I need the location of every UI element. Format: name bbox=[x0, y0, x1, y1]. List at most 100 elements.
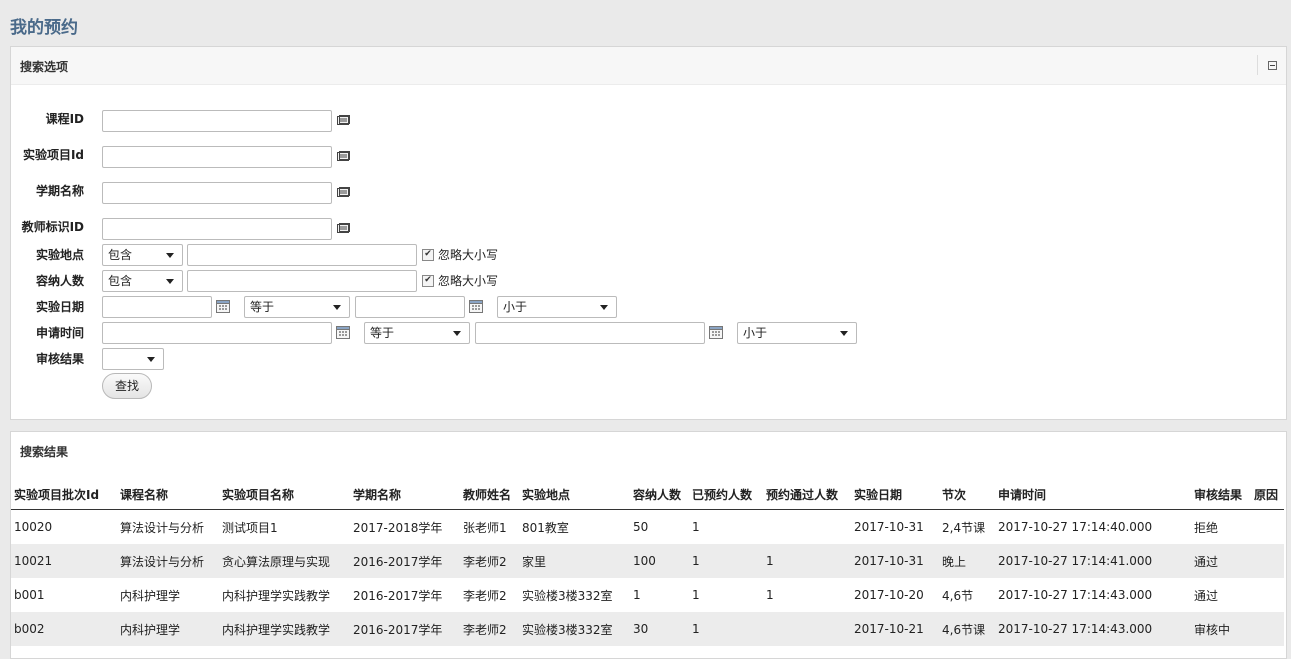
capacity-label: 容纳人数 bbox=[35, 274, 84, 288]
location-ignore-case-checkbox[interactable]: ✔ bbox=[422, 249, 434, 261]
calendar-icon[interactable] bbox=[709, 325, 723, 339]
row-capacity: 容纳人数 包含 ✔ 忽略大小写 bbox=[11, 270, 1286, 294]
location-label: 实验地点 bbox=[35, 248, 84, 262]
column-header[interactable]: 已预约人数 bbox=[689, 480, 763, 510]
location-operator-select[interactable]: 包含 bbox=[102, 244, 183, 266]
table-cell: 算法设计与分析 bbox=[117, 544, 219, 578]
table-cell: 李老师2 bbox=[460, 544, 519, 578]
table-cell: 2017-10-31 bbox=[851, 544, 939, 578]
exp-date-label: 实验日期 bbox=[35, 300, 84, 314]
table-cell: 10021 bbox=[11, 544, 117, 578]
table-cell: 2017-10-27 17:14:43.000 bbox=[998, 588, 1153, 602]
teacher-id-input[interactable] bbox=[102, 218, 332, 240]
table-cell: 实验楼3楼332室 bbox=[519, 612, 630, 646]
table-cell: 1 bbox=[633, 588, 641, 602]
table-cell: 1 bbox=[689, 612, 763, 646]
table-cell: 内科护理学实践教学 bbox=[222, 588, 331, 603]
capacity-input[interactable] bbox=[187, 270, 417, 292]
calendar-icon[interactable] bbox=[336, 325, 350, 339]
calendar-icon[interactable] bbox=[469, 299, 483, 313]
table-cell: 李老师2 bbox=[460, 612, 519, 646]
lookup-book-icon[interactable] bbox=[337, 115, 350, 126]
column-header[interactable]: 学期名称 bbox=[350, 480, 460, 510]
column-header[interactable]: 审核结果 bbox=[1191, 480, 1251, 510]
table-cell bbox=[1251, 510, 1284, 545]
table-cell: 2016-2017学年 bbox=[350, 544, 460, 578]
teacher-id-label: 教师标识ID bbox=[21, 220, 84, 234]
table-cell: 李老师2 bbox=[463, 588, 507, 603]
column-header[interactable]: 原因 bbox=[1251, 480, 1284, 510]
table-cell: 1 bbox=[766, 588, 774, 602]
row-audit-result: 审核结果 bbox=[11, 348, 1286, 372]
audit-result-label: 审核结果 bbox=[35, 352, 84, 366]
project-id-input[interactable] bbox=[102, 146, 332, 168]
column-header[interactable]: 实验地点 bbox=[519, 480, 630, 510]
semester-label: 学期名称 bbox=[35, 184, 84, 198]
exp-date-op1-value: 等于 bbox=[250, 300, 275, 314]
table-cell: 测试项目1 bbox=[222, 520, 278, 535]
search-button[interactable]: 查找 bbox=[102, 373, 152, 399]
semester-input[interactable] bbox=[102, 182, 332, 204]
table-cell: 2017-10-27 17:14:41.000 bbox=[995, 544, 1191, 578]
location-input[interactable] bbox=[187, 244, 417, 266]
project-id-label: 实验项目Id bbox=[22, 148, 84, 162]
table-cell: 1 bbox=[692, 520, 700, 534]
row-teacher-id: 教师标识ID bbox=[11, 216, 1286, 240]
lookup-book-icon[interactable] bbox=[337, 187, 350, 198]
table-cell: 2017-2018学年 bbox=[353, 520, 443, 535]
table-row[interactable]: 10021 算法设计与分析 贪心算法原理与实现 2016-2017学年 李老师2 家里 10… bbox=[11, 544, 1284, 578]
table-cell: 算法设计与分析 bbox=[120, 520, 205, 535]
course-id-input[interactable] bbox=[102, 110, 332, 132]
table-cell: 2017-10-31 bbox=[854, 520, 924, 534]
table-cell: b002 bbox=[11, 612, 117, 646]
column-header[interactable]: 实验项目批次Id bbox=[11, 480, 117, 510]
lookup-book-icon[interactable] bbox=[337, 223, 350, 234]
column-header[interactable]: 申请时间 bbox=[995, 480, 1191, 510]
exp-date-op2-select[interactable]: 小于 bbox=[497, 296, 617, 318]
collapse-icon bbox=[1267, 61, 1277, 70]
row-project-id: 实验项目Id bbox=[11, 144, 1286, 168]
table-cell: 家里 bbox=[519, 544, 630, 578]
exp-date-op1-select[interactable]: 等于 bbox=[244, 296, 350, 318]
chevron-down-icon bbox=[600, 305, 608, 310]
table-row[interactable]: b002 内科护理学 内科护理学实践教学 2016-2017学年 李老师2 实验楼3楼33… bbox=[11, 612, 1284, 646]
search-panel: 搜索选项 课程ID 实验项目Id 学期名称 教师标识ID 实验地点 包含 ✔ 忽… bbox=[10, 46, 1287, 420]
table-cell: 1 bbox=[689, 544, 763, 578]
column-header[interactable]: 课程名称 bbox=[117, 480, 219, 510]
column-header[interactable]: 教师姓名 bbox=[460, 480, 519, 510]
table-cell: 晚上 bbox=[939, 544, 995, 578]
exp-date-from-input[interactable] bbox=[102, 296, 212, 318]
chevron-down-icon bbox=[147, 357, 155, 362]
table-cell: 100 bbox=[630, 544, 689, 578]
column-header[interactable]: 预约通过人数 bbox=[763, 480, 851, 510]
capacity-operator-select[interactable]: 包含 bbox=[102, 270, 183, 292]
capacity-ignore-case-checkbox[interactable]: ✔ bbox=[422, 275, 434, 287]
calendar-icon[interactable] bbox=[216, 299, 230, 313]
table-cell bbox=[763, 612, 851, 646]
table-row[interactable]: 10020 算法设计与分析 测试项目1 2017-2018学年 张老师1 801教室 50 1… bbox=[11, 510, 1284, 545]
table-cell: 1 bbox=[763, 544, 851, 578]
table-cell: 2016-2017学年 bbox=[353, 588, 443, 603]
column-header[interactable]: 实验项目名称 bbox=[219, 480, 350, 510]
capacity-operator-value: 包含 bbox=[108, 274, 133, 288]
table-cell: 2017-10-21 bbox=[851, 612, 939, 646]
column-header[interactable]: 实验日期 bbox=[851, 480, 939, 510]
table-cell bbox=[1251, 544, 1284, 578]
location-operator-value: 包含 bbox=[108, 248, 133, 262]
lookup-book-icon[interactable] bbox=[337, 151, 350, 162]
apply-time-from-input[interactable] bbox=[102, 322, 332, 344]
exp-date-to-input[interactable] bbox=[355, 296, 465, 318]
table-row[interactable]: b001 内科护理学 内科护理学实践教学 2016-2017学年 李老师2 实验楼3楼33… bbox=[11, 578, 1284, 612]
table-cell bbox=[1251, 612, 1284, 646]
apply-time-to-input[interactable] bbox=[475, 322, 705, 344]
audit-result-select[interactable] bbox=[102, 348, 164, 370]
column-header[interactable]: 节次 bbox=[939, 480, 995, 510]
column-header[interactable]: 容纳人数 bbox=[630, 480, 689, 510]
apply-time-op2-select[interactable]: 小于 bbox=[737, 322, 857, 344]
collapse-button[interactable] bbox=[1257, 55, 1286, 75]
location-ignore-case-label: 忽略大小写 bbox=[438, 248, 499, 262]
table-cell: 通过 bbox=[1194, 588, 1219, 603]
table-cell: 内科护理学实践教学 bbox=[219, 612, 350, 646]
table-cell: 张老师1 bbox=[463, 520, 507, 535]
apply-time-op1-select[interactable]: 等于 bbox=[364, 322, 470, 344]
